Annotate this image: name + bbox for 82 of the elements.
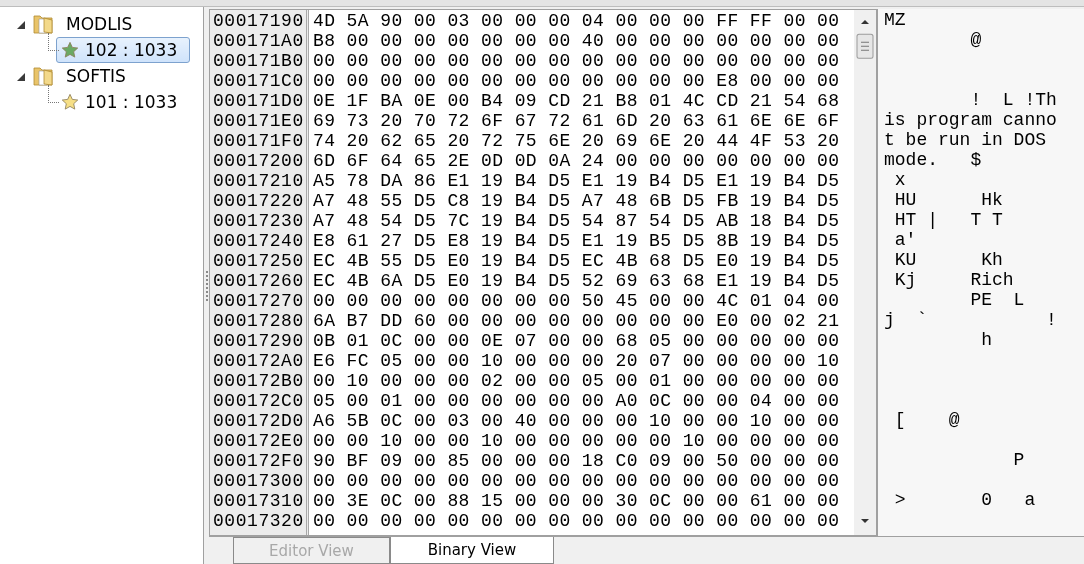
hex-bytes: A7 48 55 D5 C8 19 B4 D5 A7 48 6B D5 FB 19 B4 D5 — [313, 191, 841, 211]
offset-text: 00017280 — [212, 311, 305, 331]
offset-text: 000171B0 — [212, 51, 305, 71]
ascii-text: @ — [969, 30, 983, 50]
ascii-text: [ @ — [893, 410, 961, 430]
offset-text: 00017190 — [212, 11, 305, 31]
hex-bytes: 90 BF 09 00 85 00 00 00 18 C0 09 00 50 00 00 00 — [313, 451, 841, 471]
hex-bytes: 05 00 01 00 00 00 00 00 00 A0 0C 00 00 04 00 00 — [313, 391, 841, 411]
hex-bytes: 00 00 10 00 00 10 00 00 00 00 00 10 00 00 00 00 — [313, 431, 841, 451]
ascii-text: is program canno — [884, 110, 1058, 130]
offset-text: 00017240 — [212, 231, 305, 251]
hex-bytes: A5 78 DA 86 E1 19 B4 D5 E1 19 B4 D5 E1 19 B4 D5 — [313, 171, 841, 191]
ascii-text: HU Hk — [893, 190, 1004, 210]
splitter-grip[interactable] — [205, 270, 208, 301]
ascii-text: j ` ! — [884, 310, 1058, 330]
view-tab[interactable]: Binary View — [390, 537, 554, 564]
offset-text: 000172A0 — [212, 351, 305, 371]
hex-bytes: 0E 1F BA 0E 00 B4 09 CD 21 B8 01 4C CD 21 54 68 — [313, 91, 841, 111]
offset-text: 00017290 — [212, 331, 305, 351]
expander-icon[interactable] — [16, 19, 25, 29]
ascii-text: Kj Rich — [893, 270, 1015, 290]
offset-text: 00017320 — [212, 511, 305, 531]
offset-text: 00017230 — [212, 211, 305, 231]
hex-bytes: 00 00 00 00 00 00 00 00 00 00 00 00 00 00 00 00 — [313, 471, 841, 491]
offset-text: 00017210 — [212, 171, 305, 191]
folder-icon — [33, 13, 53, 35]
ascii-text: h — [980, 330, 994, 350]
hex-bytes: EC 4B 6A D5 E0 19 B4 D5 52 69 63 68 E1 19 B4 D5 — [313, 271, 841, 291]
offset-text: 00017200 — [212, 151, 305, 171]
scrollbar[interactable] — [854, 10, 876, 535]
hex-bytes: 69 73 20 70 72 6F 67 72 61 6D 20 63 61 6E 6E 6F — [313, 111, 841, 131]
hex-bytes: 74 20 62 65 20 72 75 6E 20 69 6E 20 44 4F 53 20 — [313, 131, 841, 151]
ascii-text: ! L !Th — [969, 90, 1058, 110]
offset-text: 000171C0 — [212, 71, 305, 91]
hex-bytes: 6A B7 DD 60 00 00 00 00 00 00 00 00 E0 00 02 21 — [313, 311, 841, 331]
tree-item[interactable]: 101 : 1033 — [56, 89, 191, 115]
offset-text: 000171D0 — [212, 91, 305, 111]
ascii-text: HT | T T — [893, 210, 1004, 230]
tree-item[interactable]: MODLIS — [61, 11, 146, 37]
hex-bytes: 00 3E 0C 00 88 15 00 00 00 30 0C 00 00 61 00 00 — [313, 491, 841, 511]
offset-text: 00017270 — [212, 291, 305, 311]
ascii-text: PE L — [969, 290, 1026, 310]
ascii-text: t be run in DOS — [884, 130, 1048, 150]
hex-bytes: 00 00 00 00 00 00 00 00 50 45 00 00 4C 01 04 00 — [313, 291, 841, 311]
offset-text: 000172F0 — [212, 451, 305, 471]
expander-icon[interactable] — [16, 71, 25, 81]
ascii-text: KU Kh — [893, 250, 1004, 270]
hex-bytes: E8 61 27 D5 E8 19 B4 D5 E1 19 B5 D5 8B 19 B4 D5 — [313, 231, 841, 251]
folder-icon — [33, 65, 53, 87]
offset-text: 000172C0 — [212, 391, 305, 411]
hex-bytes: E6 FC 05 00 00 10 00 00 00 20 07 00 00 00 00 10 — [313, 351, 841, 371]
offset-text: 00017310 — [212, 491, 305, 511]
offset-text: 000171E0 — [212, 111, 305, 131]
offset-text: 000171F0 — [212, 131, 305, 151]
ascii-text: MZ — [884, 10, 907, 30]
ascii-text: > 0 a — [893, 490, 1037, 510]
ascii-text: x — [893, 170, 907, 190]
offset-text: 00017260 — [212, 271, 305, 291]
hex-bytes: EC 4B 55 D5 E0 19 B4 D5 EC 4B 68 D5 E0 19 B4 D5 — [313, 251, 841, 271]
ascii-text: P — [1012, 450, 1026, 470]
tree-item[interactable]: SOFTIS — [61, 63, 139, 89]
hex-bytes: 00 00 00 00 00 00 00 00 00 00 00 00 E8 00 00 00 — [313, 71, 841, 91]
tree-connector — [48, 85, 59, 103]
hex-bytes: 4D 5A 90 00 03 00 00 00 04 00 00 00 FF FF 00 00 — [313, 11, 841, 31]
offset-text: 00017300 — [212, 471, 305, 491]
hex-bytes: 00 00 00 00 00 00 00 00 00 00 00 00 00 00 00 00 — [313, 51, 841, 71]
hex-bytes: 00 10 00 00 00 02 00 00 05 00 01 00 00 00 00 00 — [313, 371, 841, 391]
offset-text: 000171A0 — [212, 31, 305, 51]
offset-text: 000172B0 — [212, 371, 305, 391]
hex-bytes: A6 5B 0C 00 03 00 40 00 00 00 10 00 00 10 00 00 — [313, 411, 841, 431]
offset-text: 00017250 — [212, 251, 305, 271]
offset-text: 00017220 — [212, 191, 305, 211]
hex-bytes: 00 00 00 00 00 00 00 00 00 00 00 00 00 00 00 00 — [313, 511, 841, 531]
hex-bytes: 6D 6F 64 65 2E 0D 0D 0A 24 00 00 00 00 00 00 00 — [313, 151, 841, 171]
hex-bytes: A7 48 54 D5 7C 19 B4 D5 54 87 54 D5 AB 18 B4 D5 — [313, 211, 841, 231]
offset-text: 000172D0 — [212, 411, 305, 431]
ascii-text: mode. $ — [884, 150, 983, 170]
tree-item[interactable]: 102 : 1033 — [56, 37, 191, 63]
hex-bytes: B8 00 00 00 00 00 00 00 40 00 00 00 00 00 00 00 — [313, 31, 841, 51]
ascii-text: a' — [893, 230, 918, 250]
hex-bytes: 0B 01 0C 00 00 0E 07 00 00 68 05 00 00 00 00 00 — [313, 331, 841, 351]
offset-text: 000172E0 — [212, 431, 305, 451]
